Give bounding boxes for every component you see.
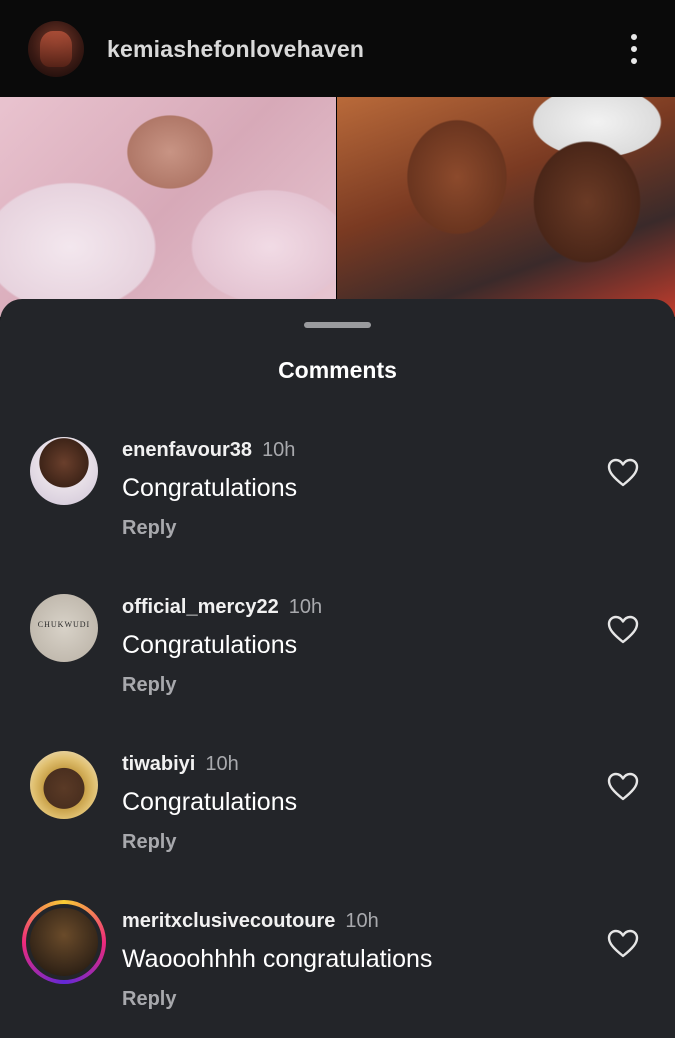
avatar-label: CHUKWUDI xyxy=(37,620,91,629)
comment-username[interactable]: official_mercy22 xyxy=(122,596,279,618)
comments-sheet: Comments enenfavour38 10h Congratulations… xyxy=(0,299,675,1038)
commenter-avatar xyxy=(26,904,102,980)
post-image-baby[interactable] xyxy=(0,97,336,317)
reply-button[interactable]: Reply xyxy=(122,988,176,1011)
post-image-couple[interactable] xyxy=(337,97,675,317)
commenter-avatar-story-ring[interactable] xyxy=(22,900,106,984)
heart-icon[interactable] xyxy=(607,615,639,645)
heart-icon[interactable] xyxy=(607,772,639,802)
more-options-icon[interactable] xyxy=(620,30,648,68)
reply-button[interactable]: Reply xyxy=(122,674,176,697)
post-media[interactable] xyxy=(0,97,675,317)
comment-item: CHUKWUDI official_mercy22 10h Congratulat… xyxy=(0,594,675,724)
reply-button[interactable]: Reply xyxy=(122,831,176,854)
sheet-drag-handle[interactable] xyxy=(304,322,371,328)
post-header: kemiashefonlovehaven xyxy=(0,0,675,97)
comment-time: 10h xyxy=(262,439,296,461)
comment-time: 10h xyxy=(288,596,323,618)
comment-time: 10h xyxy=(205,753,239,775)
sheet-title: Comments xyxy=(278,357,397,383)
comment-item: meritxclusivecoutoure 10h Waooohhhh congr… xyxy=(0,900,675,1038)
profile-avatar[interactable] xyxy=(28,21,84,77)
comment-text: Congratulations xyxy=(122,474,298,502)
commenter-avatar[interactable]: CHUKWUDI xyxy=(30,594,98,662)
commenter-avatar[interactable] xyxy=(30,751,98,819)
comment-item: tiwabiyi 10h Congratulations Reply xyxy=(0,751,675,881)
comment-text: Congratulations xyxy=(122,788,298,816)
comment-username[interactable]: tiwabiyi xyxy=(122,753,195,775)
heart-icon[interactable] xyxy=(607,929,639,959)
post-username[interactable]: kemiashefonlovehaven xyxy=(107,36,364,63)
comment-meta: official_mercy22 10h xyxy=(122,596,322,619)
comment-text: Waooohhhh congratulations xyxy=(122,945,433,973)
comment-meta: meritxclusivecoutoure 10h xyxy=(122,910,379,933)
heart-icon[interactable] xyxy=(607,458,639,488)
comment-meta: enenfavour38 10h xyxy=(122,439,295,462)
comment-time: 10h xyxy=(345,910,379,932)
comment-meta: tiwabiyi 10h xyxy=(122,753,239,776)
reply-button[interactable]: Reply xyxy=(122,517,176,540)
comment-username[interactable]: enenfavour38 xyxy=(122,439,252,461)
comment-text: Congratulations xyxy=(122,631,298,659)
comment-item: enenfavour38 10h Congratulations Reply xyxy=(0,437,675,567)
comment-username[interactable]: meritxclusivecoutoure xyxy=(122,910,335,932)
commenter-avatar[interactable] xyxy=(30,437,98,505)
